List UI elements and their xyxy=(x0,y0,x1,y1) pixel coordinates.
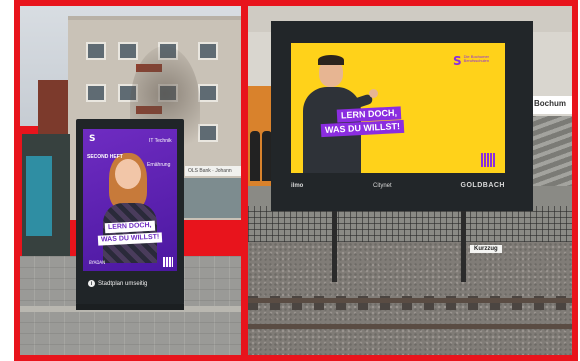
shop-front xyxy=(182,178,241,218)
qr-code-icon xyxy=(481,153,495,167)
poster-headline-line2: WAS DU WILLST! xyxy=(97,232,163,247)
window xyxy=(198,84,218,102)
poster-headline-line2: WAS DU WILLST! xyxy=(320,120,405,138)
window xyxy=(86,42,106,60)
bus-shelter-ad xyxy=(26,156,52,236)
poster-brand-logo: S Die Bochumer Berufsschulen xyxy=(453,54,490,68)
left-photo-street-kiosk: OLS Bank · Johann S SECOND HEFT IT Techn… xyxy=(20,6,241,355)
billboard-brand-center: Citynet xyxy=(373,183,392,189)
poster-brand-text-line2: Berufsschulen xyxy=(463,58,490,64)
billboard-pole xyxy=(332,202,337,282)
poster-brand-text: Die Bochumer Berufsschulen xyxy=(463,54,490,64)
poster-headline-line1: LERN DOCH, xyxy=(104,220,156,234)
rail xyxy=(248,298,572,303)
advertising-kiosk: S SECOND HEFT IT Technik Ernährung LERN … xyxy=(76,119,184,305)
billboard-brand-left: ilmo xyxy=(291,183,304,189)
billboard-pole xyxy=(461,202,466,282)
billboard-poster: S Die Bochumer Berufsschulen LERN DOCH, … xyxy=(291,43,505,173)
poster-brand-mark: S xyxy=(89,134,96,144)
platform-fence xyxy=(248,206,572,242)
poster-headline: LERN DOCH, WAS DU WILLST! xyxy=(91,220,169,247)
poster-sticker-heft: SECOND HEFT xyxy=(87,154,123,160)
poster-brand-mark: S xyxy=(453,54,462,68)
poster-footer: BYADAN xyxy=(89,260,106,265)
window xyxy=(86,84,106,102)
window xyxy=(198,124,218,142)
billboard-brand-right: GOLDBACH xyxy=(460,182,505,189)
poster-sticker-ernaehrung: Ernährung xyxy=(147,162,171,168)
station-sign: Bochum xyxy=(532,96,572,114)
person xyxy=(250,131,260,181)
window xyxy=(198,42,218,60)
window xyxy=(118,42,138,60)
kiosk-poster: S SECOND HEFT IT Technik Ernährung LERN … xyxy=(83,129,177,271)
right-photo-station-billboard: Bochum Kurzzug S Die Bochumer Berufsschu… xyxy=(248,6,572,355)
poster-woman-face xyxy=(115,159,141,189)
poster-man-hand xyxy=(369,89,378,98)
platform-sign: Kurzzug xyxy=(470,245,502,253)
digital-billboard: S Die Bochumer Berufsschulen LERN DOCH, … xyxy=(271,21,533,211)
rail xyxy=(248,324,572,329)
shop-sign: OLS Bank · Johann xyxy=(185,166,241,176)
poster-headline: LERN DOCH, WAS DU WILLST! xyxy=(320,106,405,138)
kiosk-base xyxy=(76,304,184,310)
poster-man-hair xyxy=(318,55,344,65)
qr-code-icon xyxy=(163,257,173,267)
kiosk-map-label: i Stadtplan umseitig xyxy=(88,280,147,287)
info-icon: i xyxy=(88,280,95,287)
poster-sticker-it: IT Technik xyxy=(149,138,172,144)
billboard-footer: ilmo Citynet GOLDBACH xyxy=(291,181,505,195)
kiosk-map-text: Stadtplan umseitig xyxy=(98,280,148,287)
